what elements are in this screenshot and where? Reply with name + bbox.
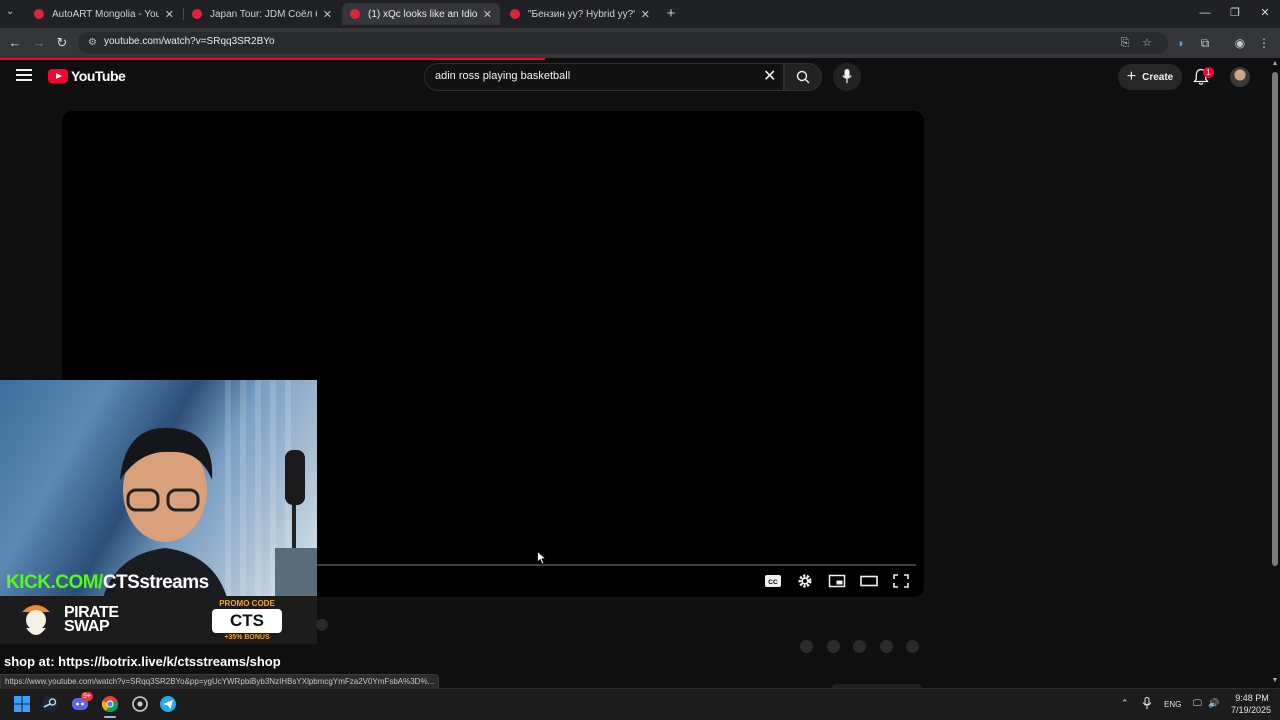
browser-toolbar: ← → ↻ ⚙ youtube.com/watch?v=SRqq3SR2BYo …	[0, 28, 1280, 58]
channel-avatar-placeholder	[316, 619, 328, 631]
pirate-mascot-icon	[22, 605, 50, 635]
tray-overflow-chevron-icon[interactable]: ⌃	[1121, 698, 1129, 709]
microphone-icon	[842, 69, 852, 83]
scroll-down-arrow-icon[interactable]: ▼	[1271, 677, 1279, 687]
captions-icon[interactable]: CC	[764, 573, 782, 589]
search-input[interactable]	[435, 70, 755, 82]
youtube-logo[interactable]: YouTube	[48, 68, 126, 84]
windows-taskbar	[0, 688, 1280, 720]
clear-search-icon[interactable]: ✕	[763, 68, 776, 86]
tab-close-icon[interactable]: ✕	[165, 8, 174, 21]
discord-unread-badge: 9+	[81, 692, 93, 701]
tab-japan-tour[interactable]: Japan Tour: JDM Соёл болсон ✕	[184, 3, 340, 25]
browser-tab-bar: ⌄ AutoART Mongolia - YouTube ✕ Japan Tou…	[0, 0, 1280, 28]
address-bar[interactable]: ⚙ youtube.com/watch?v=SRqq3SR2BYo ⎘ ☆	[78, 32, 1168, 54]
taskbar-clock-time[interactable]: 9:48 PM	[1230, 693, 1274, 703]
page-load-progress-bar	[0, 58, 545, 60]
fullscreen-icon[interactable]	[892, 573, 910, 589]
chrome-icon[interactable]	[100, 694, 120, 714]
loading-placeholder-dot	[827, 640, 840, 653]
search-button[interactable]	[784, 63, 822, 91]
search-icon	[796, 70, 810, 84]
profile-icon[interactable]: ◉	[1232, 35, 1248, 51]
tab-close-icon[interactable]: ✕	[483, 8, 492, 21]
youtube-favicon-icon	[510, 9, 520, 19]
volume-icon[interactable]: 🔊	[1208, 698, 1219, 709]
install-app-icon[interactable]: ⎘	[1118, 36, 1132, 50]
forward-icon[interactable]: →	[30, 34, 48, 52]
chat-message: shop at: https://botrix.live/k/ctsstream…	[4, 654, 281, 669]
tab-search-chevron-icon[interactable]: ⌄	[6, 6, 14, 17]
mouse-cursor-icon	[537, 551, 547, 565]
youtube-play-icon	[48, 69, 68, 83]
telegram-icon[interactable]	[158, 694, 178, 714]
second-streamer-thumbnail	[275, 548, 317, 596]
link-status-bubble: https://www.youtube.com/watch?v=SRqq3SR2…	[0, 674, 440, 689]
search-box: ✕	[424, 63, 784, 91]
loading-placeholder-dot	[880, 640, 893, 653]
tab-xqc-video[interactable]: (1) xQc looks like an Idiot playi ✕	[342, 3, 500, 25]
extension-sound-icon[interactable]: ◗	[1173, 35, 1189, 51]
pirate-line2: SWAP	[64, 618, 110, 635]
tab-title: Japan Tour: JDM Соёл болсон	[210, 8, 317, 20]
plus-icon: +	[1126, 68, 1137, 85]
loading-placeholder-dot	[800, 640, 813, 653]
tab-title: AutoART Mongolia - YouTube	[52, 8, 159, 20]
tab-title: "Бензин уу? Hybrid уу?" | Daily	[528, 8, 635, 20]
streamer-figure	[103, 427, 227, 596]
address-url: youtube.com/watch?v=SRqq3SR2BYo	[104, 36, 275, 47]
promo-title: PROMO CODE	[219, 599, 275, 608]
account-avatar[interactable]	[1230, 67, 1250, 87]
language-indicator[interactable]: ENG	[1164, 700, 1181, 709]
new-tab-button[interactable]: +	[662, 5, 680, 23]
restore-icon[interactable]: ❐	[1220, 4, 1250, 22]
promo-code: CTS	[212, 609, 282, 633]
site-info-icon[interactable]: ⚙	[88, 37, 100, 49]
window-close-icon[interactable]: ✕	[1250, 4, 1280, 22]
app-ring-icon[interactable]	[130, 694, 150, 714]
notification-badge: 1	[1203, 67, 1214, 78]
voice-search-button[interactable]	[833, 63, 861, 91]
kick-prefix: KICK.COM/	[6, 572, 103, 593]
tab-benzin-hybrid[interactable]: "Бензин уу? Hybrid уу?" | Daily ✕	[502, 3, 658, 25]
loading-placeholder-dot	[853, 640, 866, 653]
video-progress-bar[interactable]	[316, 564, 916, 566]
extensions-puzzle-icon[interactable]: ⧉	[1197, 35, 1213, 51]
youtube-favicon-icon	[34, 9, 44, 19]
browser-menu-icon[interactable]: ⋮	[1256, 35, 1272, 51]
youtube-favicon-icon	[192, 9, 202, 19]
theater-mode-icon[interactable]	[860, 573, 878, 589]
taskbar-clock-date[interactable]: 7/19/2025	[1226, 705, 1276, 715]
scrollbar-thumb[interactable]	[1272, 72, 1278, 566]
network-monitor-icon[interactable]: 🖵	[1193, 698, 1202, 709]
tab-close-icon[interactable]: ✕	[323, 8, 332, 21]
minimize-icon[interactable]: —	[1190, 4, 1220, 22]
guide-menu-icon[interactable]	[16, 69, 32, 83]
tab-autoart-mongolia[interactable]: AutoART Mongolia - YouTube ✕	[26, 3, 182, 25]
miniplayer-icon[interactable]	[828, 573, 846, 589]
chat-message-cut-off	[4, 636, 294, 648]
svg-text:CC: CC	[768, 579, 778, 586]
bookmark-star-icon[interactable]: ☆	[1140, 36, 1154, 50]
tray-microphone-icon[interactable]	[1142, 697, 1152, 710]
create-button[interactable]: + Create	[1118, 64, 1182, 90]
scroll-up-arrow-icon[interactable]: ▲	[1271, 60, 1279, 70]
back-icon[interactable]: ←	[6, 34, 24, 52]
reload-icon[interactable]: ↻	[53, 34, 71, 52]
kick-channel-name: CTSstreams	[102, 572, 209, 593]
steam-icon[interactable]	[40, 694, 60, 714]
pirateswap-logo-text: PIRATE SWAP	[64, 605, 119, 635]
active-app-indicator	[104, 716, 116, 718]
tab-close-icon[interactable]: ✕	[641, 8, 650, 21]
youtube-favicon-icon	[350, 9, 360, 19]
streamer-webcam-overlay	[0, 380, 317, 596]
create-label: Create	[1142, 71, 1174, 83]
windows-start-icon[interactable]	[12, 694, 32, 714]
loading-placeholder-dot	[906, 640, 919, 653]
tab-title: (1) xQc looks like an Idiot playi	[368, 8, 477, 20]
settings-gear-icon[interactable]	[796, 573, 814, 589]
kick-channel-label: KICK.COM/CTSstreams	[6, 572, 209, 594]
youtube-logo-text: YouTube	[71, 68, 126, 84]
